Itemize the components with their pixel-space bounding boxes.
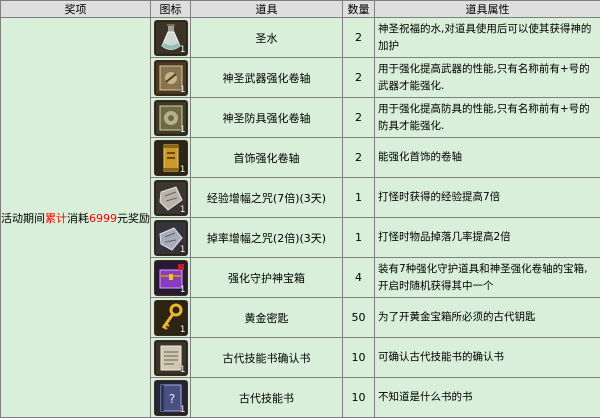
award-amount: 6999 xyxy=(89,211,117,225)
item-attr: 可确认古代技能书的确认书 xyxy=(374,337,600,378)
icon-cell: 1 xyxy=(150,337,191,378)
item-name: 首饰强化卷轴 xyxy=(190,137,343,178)
item-name: 圣水 xyxy=(190,17,343,58)
item-name: 掉率增幅之咒(2倍)(3天) xyxy=(190,217,343,258)
award-middle: 消耗 xyxy=(67,211,89,225)
icon-count: 1 xyxy=(179,244,186,255)
item-qty: 1 xyxy=(342,217,375,258)
item-attr: 用于强化提高武器的性能,只有名称前有+号的武器才能强化. xyxy=(374,57,600,98)
icon-count: 1 xyxy=(179,364,186,375)
item-qty: 2 xyxy=(342,97,375,138)
header-icon: 图标 xyxy=(150,0,191,18)
icon-cell: 1 xyxy=(150,97,191,138)
table-row: 活动期间累计消耗6999元奖励 1 圣水 2 神圣祝福的水,对道具使用后可以使其… xyxy=(0,17,600,418)
icon-count: 1 xyxy=(179,284,186,295)
holy-water-icon: 1 xyxy=(153,19,188,56)
icon-count: 1 xyxy=(179,404,186,415)
item-name: 经验增幅之咒(7倍)(3天) xyxy=(190,177,343,218)
item-qty: 4 xyxy=(342,257,375,298)
drop-curse-icon: 1 xyxy=(153,219,188,256)
item-attr: 神圣祝福的水,对道具使用后可以使其获得神的加护 xyxy=(374,17,600,58)
award-cell: 活动期间累计消耗6999元奖励 xyxy=(0,17,151,418)
item-qty: 1 xyxy=(342,177,375,218)
item-name: 神圣防具强化卷轴 xyxy=(190,97,343,138)
award-suffix: 元奖励 xyxy=(117,211,150,225)
item-name: 古代技能书 xyxy=(190,377,343,418)
skill-book-confirm-icon: 1 xyxy=(153,339,188,376)
icon-cell: 1 xyxy=(150,137,191,178)
item-qty: 2 xyxy=(342,17,375,58)
item-attr: 为了开黄金宝箱所必须的古代钥匙 xyxy=(374,297,600,338)
item-qty: 2 xyxy=(342,137,375,178)
icon-count: 1 xyxy=(179,204,186,215)
item-qty: 2 xyxy=(342,57,375,98)
header-row: 奖项 图标 道具 数量 道具属性 xyxy=(0,0,600,18)
award-highlight: 累计 xyxy=(45,211,67,225)
item-qty: 50 xyxy=(342,297,375,338)
icon-count: 1 xyxy=(179,164,186,175)
header-award: 奖项 xyxy=(0,0,151,18)
holy-armor-scroll-icon: 1 xyxy=(153,99,188,136)
item-name: 黄金密匙 xyxy=(190,297,343,338)
item-attr: 用于强化提高防具的性能,只有名称前有+号的防具才能强化. xyxy=(374,97,600,138)
icon-count: 1 xyxy=(179,84,186,95)
item-attr: 不知道是什么书的书 xyxy=(374,377,600,418)
award-prefix: 活动期间 xyxy=(1,211,46,225)
item-attr: 打怪时物品掉落几率提高2倍 xyxy=(374,217,600,258)
icon-cell: 1 xyxy=(150,177,191,218)
item-name: 神圣武器强化卷轴 xyxy=(190,57,343,98)
reward-table: 奖项 图标 道具 数量 道具属性 活动期间累计消耗6999元奖励 1 圣水 2 … xyxy=(0,0,600,418)
golden-key-icon: 1 xyxy=(153,299,188,336)
holy-weapon-scroll-icon: 1 xyxy=(153,59,188,96)
header-item: 道具 xyxy=(190,0,343,18)
item-qty: 10 xyxy=(342,337,375,378)
icon-cell: 1 xyxy=(150,217,191,258)
svg-text:?: ? xyxy=(168,392,174,406)
icon-cell: 1 xyxy=(150,297,191,338)
icon-count: 1 xyxy=(179,324,186,335)
ancient-skill-book-icon: ? 1 xyxy=(153,379,188,416)
icon-count: 1 xyxy=(179,44,186,55)
icon-cell: 1 xyxy=(150,17,191,58)
item-name: 强化守护神宝箱 xyxy=(190,257,343,298)
item-attr: 装有7种强化守护道具和神圣强化卷轴的宝箱,开启时随机获得其中一个 xyxy=(374,257,600,298)
item-name: 古代技能书确认书 xyxy=(190,337,343,378)
item-qty: 10 xyxy=(342,377,375,418)
treasure-chest-icon: 1 xyxy=(153,259,188,296)
icon-count: 1 xyxy=(179,124,186,135)
exp-curse-icon: 1 xyxy=(153,179,188,216)
icon-cell: 1 xyxy=(150,57,191,98)
header-attr: 道具属性 xyxy=(374,0,600,18)
header-qty: 数量 xyxy=(342,0,375,18)
icon-cell: 1 xyxy=(150,257,191,298)
item-attr: 能强化首饰的卷轴 xyxy=(374,137,600,178)
item-attr: 打怪时获得的经验提高7倍 xyxy=(374,177,600,218)
icon-cell: ? 1 xyxy=(150,377,191,418)
accessory-scroll-icon: 1 xyxy=(153,139,188,176)
